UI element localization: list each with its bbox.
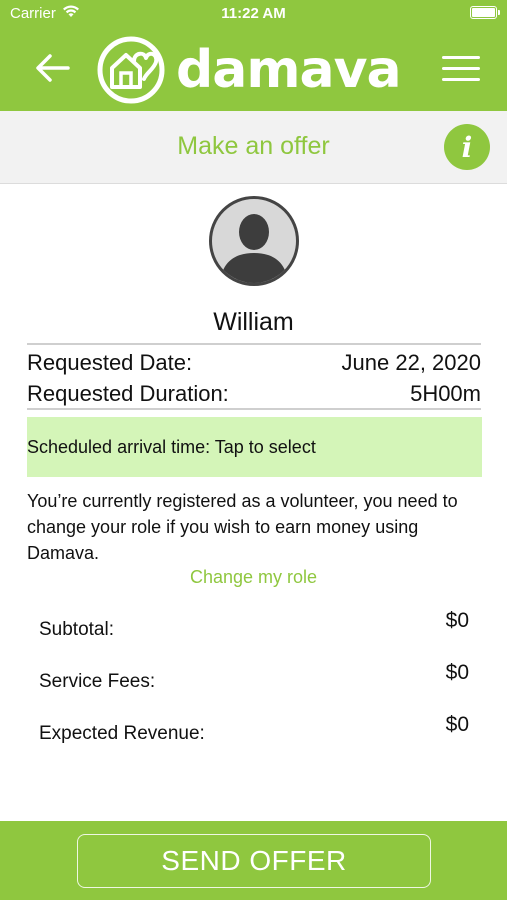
divider	[27, 408, 481, 410]
menu-icon-bar	[442, 66, 480, 70]
menu-icon-bar	[442, 55, 480, 59]
expected-revenue-value: $0	[445, 713, 469, 736]
arrival-time-selector[interactable]: Scheduled arrival time: Tap to select	[27, 417, 482, 477]
divider	[27, 343, 481, 345]
back-arrow-icon	[36, 54, 70, 82]
requested-duration-value: 5H00m	[410, 381, 481, 406]
avatar-silhouette-icon	[220, 214, 288, 283]
page-subheader: Make an offer i	[0, 111, 507, 184]
service-fees-value: $0	[445, 661, 469, 684]
logo-text: damava	[176, 40, 402, 100]
change-role-link[interactable]: Change my role	[0, 567, 507, 588]
menu-icon-bar	[442, 77, 480, 81]
info-icon[interactable]: i	[444, 124, 490, 170]
menu-button[interactable]	[439, 48, 483, 88]
back-button[interactable]	[30, 46, 74, 90]
user-name: William	[213, 308, 294, 336]
footer-bar: SEND OFFER	[0, 821, 507, 900]
send-offer-button[interactable]: SEND OFFER	[77, 834, 431, 888]
requested-duration-label: Requested Duration:	[27, 381, 229, 406]
expected-revenue-label: Expected Revenue:	[39, 723, 205, 744]
page-title: Make an offer	[177, 132, 330, 160]
subtotal-value: $0	[445, 609, 469, 632]
logo-house-heart-icon	[97, 36, 165, 104]
requested-date-label: Requested Date:	[27, 350, 193, 375]
damava-logo: damava	[96, 34, 402, 106]
battery-icon	[470, 6, 500, 19]
role-notice: You’re currently registered as a volunte…	[27, 491, 458, 563]
service-fees-label: Service Fees:	[39, 671, 156, 692]
status-time: 11:22 AM	[221, 5, 286, 22]
app-header: damava	[0, 28, 507, 111]
avatar	[209, 196, 299, 286]
status-bar: Carrier 11:22 AM	[0, 0, 507, 28]
requested-date-value: June 22, 2020	[341, 350, 481, 375]
subtotal-label: Subtotal:	[39, 619, 114, 640]
